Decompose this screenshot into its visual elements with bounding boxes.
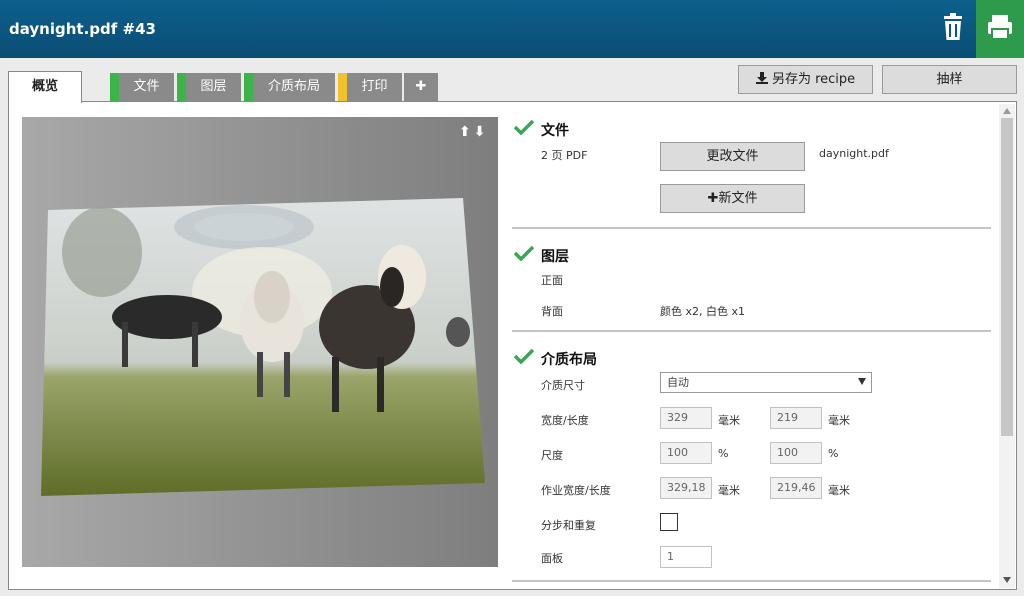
tab-label: 概览	[31, 79, 58, 94]
tab-overview[interactable]: 概览	[8, 71, 82, 103]
panels-field[interactable]: 1	[660, 546, 712, 568]
job-length-unit: 毫米	[828, 484, 850, 497]
section-divider	[512, 580, 991, 582]
scale-x-unit: %	[718, 447, 729, 460]
scrollbar-thumb[interactable]	[1001, 118, 1013, 436]
new-file-label: 新文件	[718, 191, 758, 206]
trash-icon[interactable]	[933, 10, 973, 46]
save-recipe-button[interactable]: 另存为 recipe	[738, 65, 873, 94]
section-divider	[512, 227, 991, 229]
checkmark-icon	[514, 245, 534, 261]
sample-button[interactable]: 抽样	[882, 65, 1017, 94]
window-title: daynight.pdf #43	[9, 20, 156, 38]
tab-label: 介质布局	[267, 79, 320, 94]
scale-y-unit: %	[828, 447, 839, 460]
save-recipe-label: 另存为 recipe	[771, 72, 856, 87]
download-icon	[755, 72, 768, 84]
tab-file[interactable]: 文件	[110, 73, 174, 101]
change-file-button[interactable]: 更改文件	[660, 142, 805, 171]
width-field[interactable]: 329	[660, 407, 712, 429]
print-button[interactable]	[976, 0, 1024, 58]
back-label: 背面	[541, 305, 563, 318]
status-marker-green	[110, 73, 119, 101]
panels-label: 面板	[541, 552, 563, 565]
file-name: daynight.pdf	[819, 147, 889, 160]
preview-image	[41, 198, 485, 496]
front-label: 正面	[541, 274, 563, 287]
scroll-down-icon[interactable]	[1003, 577, 1011, 583]
scale-y-field[interactable]: 100	[770, 442, 822, 464]
status-marker-green	[177, 73, 186, 101]
status-marker-green	[244, 73, 253, 101]
scale-label: 尺度	[541, 449, 563, 462]
scroll-up-icon[interactable]	[1003, 108, 1011, 114]
layers-section-title: 图层	[541, 249, 569, 265]
media-size-label: 介质尺寸	[541, 379, 585, 392]
tab-label: 打印	[361, 79, 388, 94]
step-repeat-label: 分步和重复	[541, 519, 596, 532]
job-length-field[interactable]: 219,46	[770, 477, 822, 499]
job-size-label: 作业宽度/长度	[541, 484, 611, 497]
length-unit: 毫米	[828, 414, 850, 427]
tab-label: 文件	[133, 79, 160, 94]
sample-label: 抽样	[936, 72, 963, 87]
back-value: 颜色 x2, 白色 x1	[660, 305, 746, 318]
media-size-value: 自动	[667, 376, 689, 389]
job-width-field[interactable]: 329,18	[660, 477, 712, 499]
vertical-scrollbar[interactable]	[999, 104, 1015, 588]
scale-x-field[interactable]: 100	[660, 442, 712, 464]
plus-icon: ✚	[707, 191, 719, 206]
plus-icon: ✚	[415, 79, 427, 94]
chevron-down-icon	[858, 378, 866, 385]
file-section-title: 文件	[541, 123, 569, 139]
step-repeat-checkbox[interactable]	[660, 513, 678, 531]
media-layout-section-title: 介质布局	[541, 352, 597, 368]
page-count: 2 页 PDF	[541, 149, 588, 162]
tab-add[interactable]: ✚	[404, 73, 438, 101]
document-preview	[22, 117, 498, 567]
width-unit: 毫米	[718, 414, 740, 427]
checkmark-icon	[514, 119, 534, 135]
section-divider	[512, 330, 991, 332]
tab-label: 图层	[200, 79, 227, 94]
checkmark-icon	[514, 348, 534, 364]
length-field[interactable]: 219	[770, 407, 822, 429]
tab-media-layout[interactable]: 介质布局	[244, 73, 335, 101]
width-length-label: 宽度/长度	[541, 414, 589, 427]
title-bar: daynight.pdf #43	[0, 0, 1024, 58]
job-width-unit: 毫米	[718, 484, 740, 497]
up-down-arrows-icon[interactable]: ⬆⬇	[459, 124, 488, 140]
media-size-select[interactable]: 自动	[660, 372, 872, 393]
change-file-label: 更改文件	[706, 149, 759, 164]
new-file-button[interactable]: ✚新文件	[660, 184, 805, 213]
tab-layers[interactable]: 图层	[177, 73, 241, 101]
tab-print[interactable]: 打印	[338, 73, 402, 101]
printer-icon	[988, 15, 1012, 40]
status-marker-yellow	[338, 73, 347, 101]
